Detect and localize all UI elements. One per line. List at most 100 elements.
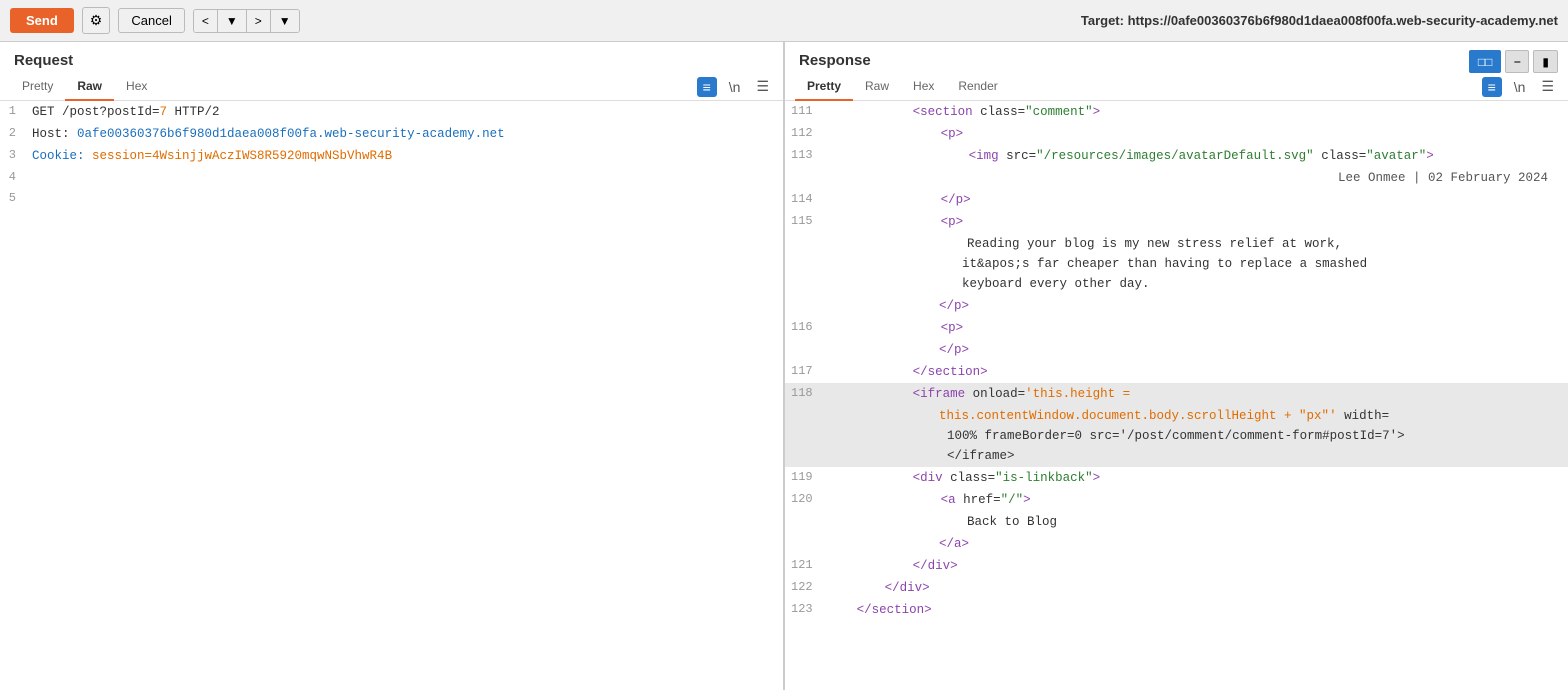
request-title: Request xyxy=(0,42,783,73)
line-number: 3 xyxy=(0,146,28,166)
response-line: 114</p> xyxy=(785,189,1568,211)
response-line-content: Reading your blog is my new stress relie… xyxy=(823,234,1568,294)
tab-response-render[interactable]: Render xyxy=(946,73,1009,101)
response-line-content: </div> xyxy=(825,578,1568,598)
send-button[interactable]: Send xyxy=(10,8,74,33)
response-title: Response xyxy=(785,42,885,73)
response-line: 112<p> xyxy=(785,123,1568,145)
view-horizontal-button[interactable]: ⎯ xyxy=(1505,50,1529,73)
response-line: 116<p> xyxy=(785,317,1568,339)
response-line-content: <p> xyxy=(825,212,1568,232)
target-url: Target: https://0afe00360376b6f980d1daea… xyxy=(1081,13,1558,28)
view-split-button[interactable]: □□ xyxy=(1469,50,1502,73)
tab-response-hex[interactable]: Hex xyxy=(901,73,946,101)
response-line-number: 112 xyxy=(785,124,825,143)
tab-request-raw[interactable]: Raw xyxy=(65,73,114,101)
response-list-icon[interactable]: ≡ xyxy=(1482,77,1502,97)
response-line: Reading your blog is my new stress relie… xyxy=(785,233,1568,295)
response-line-number: 119 xyxy=(785,468,825,487)
request-ln-button[interactable]: \n xyxy=(725,77,745,97)
request-list-icon[interactable]: ≡ xyxy=(697,77,717,97)
tab-request-pretty[interactable]: Pretty xyxy=(10,73,65,101)
response-line: 119<div class="is-linkback"> xyxy=(785,467,1568,489)
view-toggle-group: □□ ⎯ ▮ xyxy=(1469,42,1558,73)
nav-forward-button[interactable]: > xyxy=(247,10,271,32)
response-line: Lee Onmee | 02 February 2024 xyxy=(785,167,1568,189)
response-line-content: </p> xyxy=(823,296,1568,316)
response-line-number: 123 xyxy=(785,600,825,619)
response-line-content: <div class="is-linkback"> xyxy=(825,468,1568,488)
response-line: Back to Blog xyxy=(785,511,1568,533)
response-ln-button[interactable]: \n xyxy=(1510,77,1530,97)
request-panel: Request Pretty Raw Hex ≡ \n ☰ 1GET /post… xyxy=(0,42,785,690)
response-line-number: 114 xyxy=(785,190,825,209)
settings-button[interactable]: ⚙ xyxy=(82,7,111,34)
request-line: 5 xyxy=(0,188,783,209)
response-line-number: 117 xyxy=(785,362,825,381)
response-line-content: <section class="comment"> xyxy=(825,102,1568,122)
response-line-number: 121 xyxy=(785,556,825,575)
nav-back-dropdown-button[interactable]: ▼ xyxy=(218,10,247,32)
line-number: 5 xyxy=(0,189,28,208)
response-panel: Response □□ ⎯ ▮ Pretty Raw Hex Render ≡ … xyxy=(785,42,1568,690)
request-code-area[interactable]: 1GET /post?postId=7 HTTP/22Host: 0afe003… xyxy=(0,101,783,690)
request-tab-icons: ≡ \n ☰ xyxy=(697,76,773,97)
request-line: 3Cookie: session=4WsinjjwAczIWS8R5920mqw… xyxy=(0,145,783,167)
response-tab-icons: ≡ \n ☰ xyxy=(1482,76,1558,97)
nav-forward-dropdown-button[interactable]: ▼ xyxy=(271,10,299,32)
line-number: 1 xyxy=(0,102,28,122)
view-vertical-button[interactable]: ▮ xyxy=(1533,50,1558,73)
nav-back-button[interactable]: < xyxy=(194,10,218,32)
response-menu-button[interactable]: ☰ xyxy=(1537,76,1558,97)
navigation-buttons: < ▼ > ▼ xyxy=(193,9,300,33)
response-line-number: 115 xyxy=(785,212,825,231)
response-line-content: <iframe onload='this.height = xyxy=(825,384,1568,404)
response-line-content: </section> xyxy=(825,362,1568,382)
response-code-area[interactable]: 111<section class="comment">112<p>113<im… xyxy=(785,101,1568,690)
response-line-number: 116 xyxy=(785,318,825,337)
response-line: 118<iframe onload='this.height = xyxy=(785,383,1568,405)
request-line: 4 xyxy=(0,167,783,188)
response-line: 113<img src="/resources/images/avatarDef… xyxy=(785,145,1568,167)
response-line-content: </p> xyxy=(825,190,1568,210)
response-line-content: <img src="/resources/images/avatarDefaul… xyxy=(825,146,1568,166)
cancel-button[interactable]: Cancel xyxy=(118,8,184,33)
request-line: 2Host: 0afe00360376b6f980d1daea008f00fa.… xyxy=(0,123,783,145)
response-line: 117</section> xyxy=(785,361,1568,383)
line-number: 2 xyxy=(0,124,28,144)
response-line: </p> xyxy=(785,295,1568,317)
response-line-content: </p> xyxy=(823,340,1568,360)
line-content: Host: 0afe00360376b6f980d1daea008f00fa.w… xyxy=(28,124,783,144)
response-line-number: 118 xyxy=(785,384,825,403)
response-line-content: </section> xyxy=(825,600,1568,620)
line-content xyxy=(28,168,783,187)
tab-response-raw[interactable]: Raw xyxy=(853,73,901,101)
response-line-content: Lee Onmee | 02 February 2024 xyxy=(823,168,1568,188)
response-line: 121</div> xyxy=(785,555,1568,577)
response-line: 111<section class="comment"> xyxy=(785,101,1568,123)
response-line-content: <a href="/"> xyxy=(825,490,1568,510)
response-line: 123</section> xyxy=(785,599,1568,621)
line-content: GET /post?postId=7 HTTP/2 xyxy=(28,102,783,122)
response-line-content: <p> xyxy=(825,318,1568,338)
line-content xyxy=(28,189,783,208)
response-line-content: </a> xyxy=(823,534,1568,554)
response-line-content: <p> xyxy=(825,124,1568,144)
tab-response-pretty[interactable]: Pretty xyxy=(795,73,853,101)
response-line: 115<p> xyxy=(785,211,1568,233)
tab-request-hex[interactable]: Hex xyxy=(114,73,159,101)
response-line: </p> xyxy=(785,339,1568,361)
toolbar: Send ⚙ Cancel < ▼ > ▼ Target: https://0a… xyxy=(0,0,1568,42)
response-line-content: Back to Blog xyxy=(823,512,1568,532)
request-line: 1GET /post?postId=7 HTTP/2 xyxy=(0,101,783,123)
request-tab-bar: Pretty Raw Hex ≡ \n ☰ xyxy=(0,73,783,101)
main-area: Request Pretty Raw Hex ≡ \n ☰ 1GET /post… xyxy=(0,42,1568,690)
line-content: Cookie: session=4WsinjjwAczIWS8R5920mqwN… xyxy=(28,146,783,166)
response-line-number: 122 xyxy=(785,578,825,597)
response-line-number: 120 xyxy=(785,490,825,509)
response-line-content: </div> xyxy=(825,556,1568,576)
response-line-number: 111 xyxy=(785,102,825,121)
response-line-number: 113 xyxy=(785,146,825,165)
request-menu-button[interactable]: ☰ xyxy=(752,76,773,97)
response-line-content: this.contentWindow.document.body.scrollH… xyxy=(823,406,1568,466)
